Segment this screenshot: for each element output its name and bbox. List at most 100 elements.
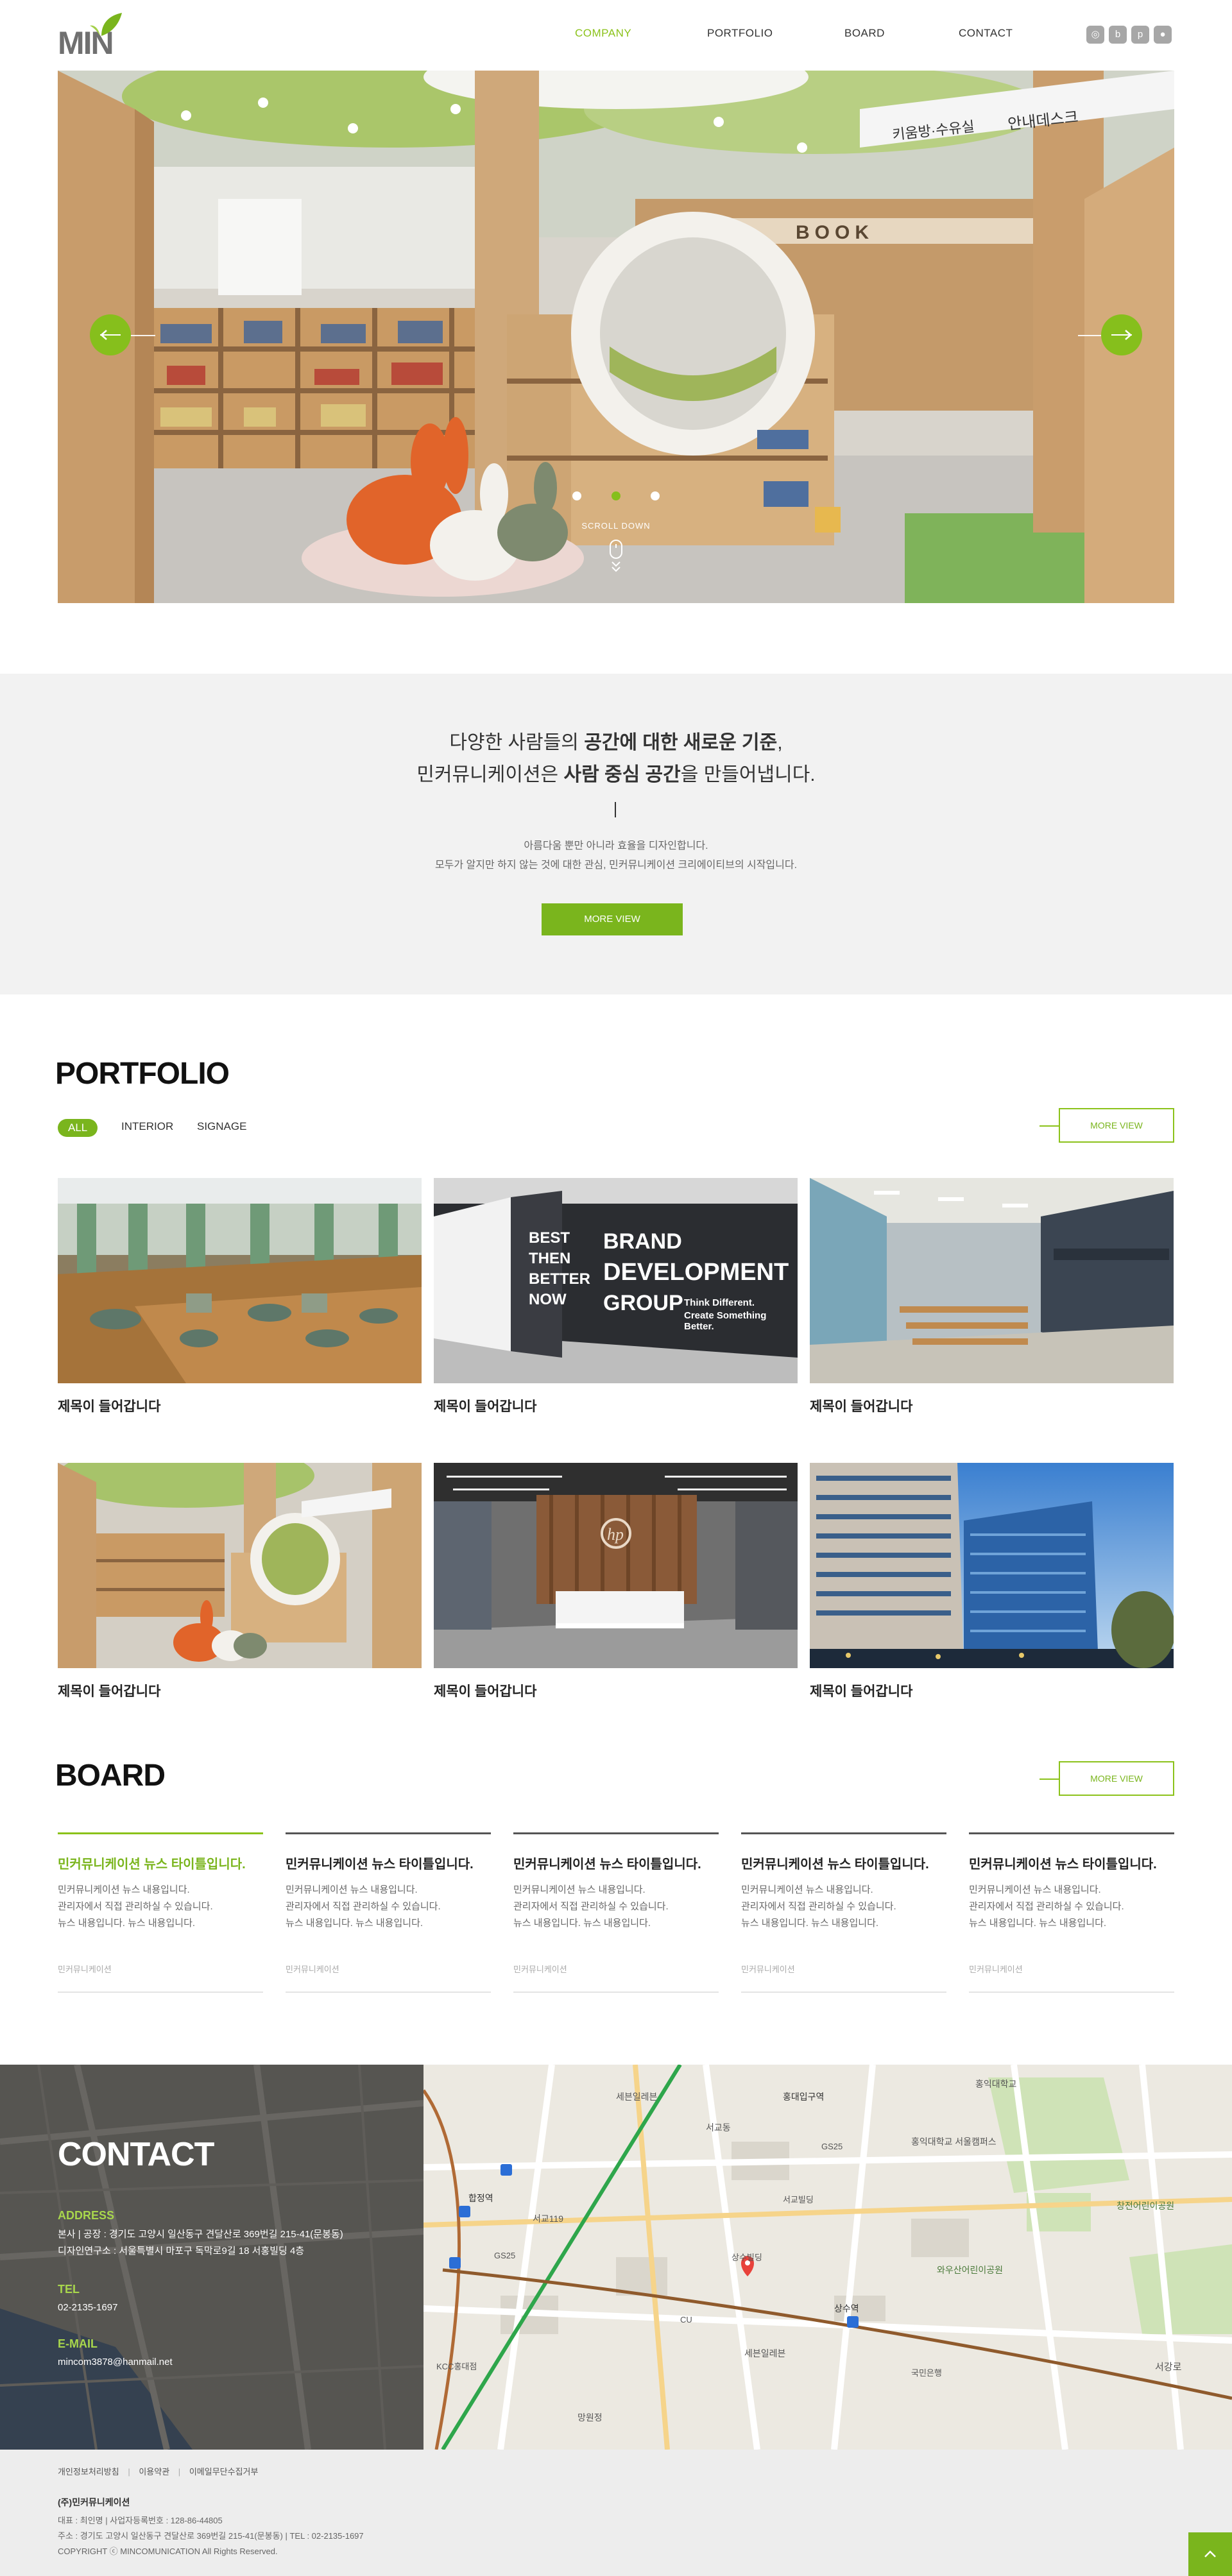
board-card-title: 민커뮤니케이션 뉴스 타이틀입니다. xyxy=(513,1857,701,1872)
nav-portfolio[interactable]: PORTFOLIO xyxy=(707,27,773,40)
board-card-5[interactable]: 민커뮤니케이션 뉴스 타이틀입니다. 민커뮤니케이션 뉴스 내용입니다. 관리자… xyxy=(969,1832,1174,1993)
book-letters: BOOK xyxy=(796,222,874,243)
portfolio-thumb-brand-wall[interactable]: BEST THEN BETTER NOW BRAND DEVELOPMENT G… xyxy=(434,1178,798,1383)
map-label: 국민은행 xyxy=(911,2368,942,2378)
footer-info-1: 대표 : 최인명 | 사업자등록번호 : 128-86-44805 xyxy=(58,2516,223,2525)
footer-link-email-refusal[interactable]: 이메일무단수집거부 xyxy=(189,2467,259,2477)
site-footer: 개인정보처리방침 | 이용약관 | 이메일무단수집거부 (주)민커뮤니케이션 대… xyxy=(0,2450,1232,2576)
contact-panel: CONTACT ADDRESS 본사 | 공장 : 경기도 고양시 일산동구 견… xyxy=(0,2065,424,2450)
kakao-icon[interactable]: ● xyxy=(1154,26,1172,44)
building-image xyxy=(810,1463,1174,1668)
board-card-line: 뉴스 내용입니다. 뉴스 내용입니다. xyxy=(286,1918,424,1929)
portfolio-caption-6: 제목이 들어갑니다 xyxy=(810,1684,913,1699)
portfolio-caption-4: 제목이 들어갑니다 xyxy=(58,1684,161,1699)
tab-signage[interactable]: SIGNAGE xyxy=(197,1120,246,1133)
map-label: 홍대입구역 xyxy=(783,2092,825,2102)
map-label: 서교119 xyxy=(533,2213,564,2224)
board-title: BOARD xyxy=(55,1759,166,1793)
map-label: CU xyxy=(680,2315,692,2324)
address-line-1: 본사 | 공장 : 경기도 고양시 일산동구 견달산로 369번길 215-41… xyxy=(58,2229,343,2240)
logo[interactable]: MIN xyxy=(58,10,135,62)
arrow-left-icon xyxy=(100,330,107,340)
board-card-body: 민커뮤니케이션 뉴스 내용입니다. 관리자에서 직접 관리하실 수 있습니다. … xyxy=(286,1882,441,1932)
board-card-1[interactable]: 민커뮤니케이션 뉴스 타이틀입니다. 민커뮤니케이션 뉴스 내용입니다. 관리자… xyxy=(58,1832,263,1993)
board-card-line: 관리자에서 직접 관리하실 수 있습니다. xyxy=(513,1901,669,1912)
portfolio-thumb-hp-lobby[interactable]: hp xyxy=(434,1463,798,1668)
intro-divider xyxy=(615,802,616,817)
tab-all[interactable]: ALL xyxy=(58,1119,98,1137)
portfolio-thumb-lounge[interactable] xyxy=(58,1178,422,1383)
blog-icon[interactable]: b xyxy=(1109,26,1127,44)
intro-section: 다양한 사람들의 공간에 대한 새로운 기준, 민커뮤니케이션은 사람 중심 공… xyxy=(0,674,1232,994)
email-value[interactable]: mincom3878@hanmail.net xyxy=(58,2354,173,2371)
board-card-line: 민커뮤니케이션 뉴스 내용입니다. xyxy=(741,1884,873,1895)
board-card-line: 관리자에서 직접 관리하실 수 있습니다. xyxy=(286,1901,441,1912)
portfolio-caption-3: 제목이 들어갑니다 xyxy=(810,1399,913,1414)
hp-lobby-image: hp xyxy=(434,1463,798,1668)
scroll-down-label: SCROLL DOWN xyxy=(581,521,651,531)
scroll-top-button[interactable] xyxy=(1188,2532,1232,2576)
map-label: GS25 xyxy=(494,2251,516,2260)
board-card-3[interactable]: 민커뮤니케이션 뉴스 타이틀입니다. 민커뮤니케이션 뉴스 내용입니다. 관리자… xyxy=(513,1832,719,1993)
portfolio-more-view-button[interactable]: MORE VIEW xyxy=(1059,1108,1174,1143)
footer-link-divider: | xyxy=(128,2467,130,2477)
board-card-line: 뉴스 내용입니다. 뉴스 내용입니다. xyxy=(969,1918,1107,1929)
portfolio-thumb-building[interactable] xyxy=(810,1463,1174,1668)
portfolio-caption-5: 제목이 들어갑니다 xyxy=(434,1684,537,1699)
brand-col-4: NOW xyxy=(529,1291,567,1308)
map-label: 홍익대학교 xyxy=(975,2079,1017,2089)
mouse-scroll-icon[interactable] xyxy=(608,539,624,575)
portfolio-thumb-library[interactable] xyxy=(58,1463,422,1668)
brand-col-2: THEN xyxy=(529,1250,571,1267)
library-image xyxy=(58,1463,422,1668)
map-label: 서교빌딩 xyxy=(783,2195,814,2205)
map-label: 창전어린이공원 xyxy=(1116,2201,1175,2211)
slide-dot-3[interactable] xyxy=(651,491,660,500)
board-card-meta: 민커뮤니케이션 xyxy=(286,1965,339,1974)
board-card-line: 관리자에서 직접 관리하실 수 있습니다. xyxy=(58,1901,213,1912)
portfolio-title: PORTFOLIO xyxy=(55,1057,230,1091)
address-line-2: 디자인연구소 : 서울특별시 마포구 독막로9길 18 서홍빌딩 4층 xyxy=(58,2246,305,2256)
map-label: 서강로 xyxy=(1155,2362,1182,2373)
board-card-line: 뉴스 내용입니다. 뉴스 내용입니다. xyxy=(513,1918,651,1929)
instagram-icon[interactable]: ◎ xyxy=(1086,26,1104,44)
nav-contact[interactable]: CONTACT xyxy=(959,27,1013,40)
board-card-body: 민커뮤니케이션 뉴스 내용입니다. 관리자에서 직접 관리하실 수 있습니다. … xyxy=(58,1882,213,1932)
tab-interior[interactable]: INTERIOR xyxy=(121,1120,173,1133)
board-more-view-button[interactable]: MORE VIEW xyxy=(1059,1761,1174,1796)
footer-link-privacy[interactable]: 개인정보처리방침 xyxy=(58,2467,119,2477)
intro-text: 다양한 사람들의 xyxy=(449,732,585,753)
address-label: ADDRESS xyxy=(58,2209,115,2222)
map-label: 홍익대학교 서울캠퍼스 xyxy=(911,2137,997,2147)
next-slide-button[interactable] xyxy=(1101,314,1142,355)
pinterest-icon[interactable]: p xyxy=(1131,26,1149,44)
intro-headline-2: 민커뮤니케이션은 사람 중심 공간을 만들어냅니다. xyxy=(0,758,1232,787)
footer-info-2: 주소 : 경기도 고양시 일산동구 견달산로 369번길 215-41(문봉동)… xyxy=(58,2531,364,2541)
tel-label: TEL xyxy=(58,2283,80,2296)
hero-slider: 키움방·수유실 안내데스크 BOOK SCROLL DOWN xyxy=(58,71,1174,603)
slide-dot-2[interactable] xyxy=(612,491,620,500)
intro-sub-1: 아름다움 뿐만 아니라 효율을 디자인합니다. xyxy=(524,840,708,851)
board-card-title: 민커뮤니케이션 뉴스 타이틀입니다. xyxy=(969,1857,1157,1872)
footer-copyright: COPYRIGHT ⓒ MINCOMUNICATION All Rights R… xyxy=(58,2546,278,2556)
prev-slide-button[interactable] xyxy=(90,314,131,355)
intro-text: 을 만들어냅니다. xyxy=(680,764,816,785)
nav-company[interactable]: COMPANY xyxy=(575,27,631,40)
board-card-line: 민커뮤니케이션 뉴스 내용입니다. xyxy=(286,1884,418,1895)
location-map[interactable]: 세븐일레븐 서교동 합정역 홍대입구역 상수역 서교119 GS25 CU 세븐… xyxy=(424,2065,1232,2450)
footer-link-terms[interactable]: 이용약관 xyxy=(139,2467,169,2477)
board-card-4[interactable]: 민커뮤니케이션 뉴스 타이틀입니다. 민커뮤니케이션 뉴스 내용입니다. 관리자… xyxy=(741,1832,946,1993)
board-card-meta: 민커뮤니케이션 xyxy=(969,1965,1023,1974)
board-card-line: 뉴스 내용입니다. 뉴스 내용입니다. xyxy=(58,1918,196,1929)
intro-emphasis: 공간에 대한 새로운 기준 xyxy=(584,732,778,753)
board-card-2[interactable]: 민커뮤니케이션 뉴스 타이틀입니다. 민커뮤니케이션 뉴스 내용입니다. 관리자… xyxy=(286,1832,491,1993)
nav-board[interactable]: BOARD xyxy=(844,27,885,40)
map-label: 서교동 xyxy=(706,2122,731,2133)
intro-more-view-button[interactable]: MORE VIEW xyxy=(542,903,683,935)
board-card-body: 민커뮤니케이션 뉴스 내용입니다. 관리자에서 직접 관리하실 수 있습니다. … xyxy=(969,1882,1124,1932)
arrow-right-icon xyxy=(1125,330,1132,340)
portfolio-caption-1: 제목이 들어갑니다 xyxy=(58,1399,161,1414)
board-card-line: 관리자에서 직접 관리하실 수 있습니다. xyxy=(969,1901,1124,1912)
portfolio-thumb-cafeteria[interactable] xyxy=(810,1178,1174,1383)
slide-dot-1[interactable] xyxy=(572,491,581,500)
